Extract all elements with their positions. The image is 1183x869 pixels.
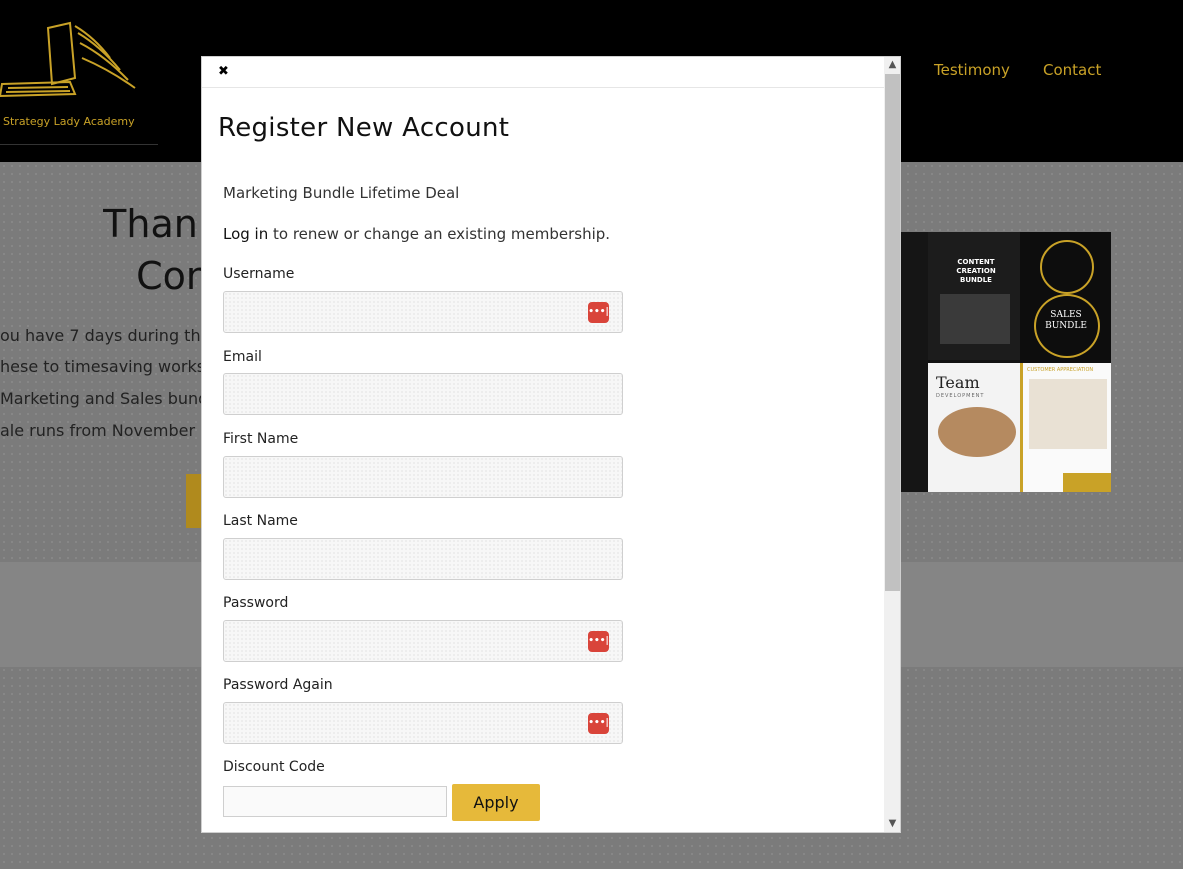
collage-tile: Team DEVELOPMENT	[928, 363, 1020, 492]
hero-text-line: ou have 7 days during the	[0, 326, 211, 345]
password-again-label: Password Again	[223, 677, 333, 693]
collage-tile	[900, 232, 928, 492]
nav-contact[interactable]: Contact	[1043, 61, 1101, 79]
collage-caption: Team	[936, 373, 980, 392]
divider	[0, 144, 158, 145]
logo[interactable]: Strategy Lady Academy	[0, 18, 160, 143]
hero-text-line: hese to timesaving worksh	[0, 357, 216, 376]
collage-tile: CUSTOMER APPRECIATION	[1020, 363, 1111, 492]
brand-name: Strategy Lady Academy	[3, 115, 135, 128]
discount-code-input[interactable]	[223, 786, 447, 817]
collage-photo	[938, 407, 1016, 457]
bundle-collage-image: CONTENT CREATION BUNDLE SALES BUNDLE Tea…	[900, 232, 1111, 492]
book-logo-icon	[0, 21, 136, 98]
scroll-up-arrow-icon[interactable]: ▲	[884, 57, 900, 73]
collage-caption: CONTENT CREATION BUNDLE	[956, 258, 996, 284]
password-manager-icon[interactable]: •••|	[588, 302, 609, 323]
login-link[interactable]: Log in	[223, 225, 268, 243]
password-label: Password	[223, 595, 289, 611]
password-manager-icon[interactable]: •••|	[588, 713, 609, 734]
register-modal: ✖ Register New Account Marketing Bundle …	[201, 56, 901, 833]
password-input[interactable]	[223, 620, 623, 662]
first-name-label: First Name	[223, 431, 299, 447]
circle-decor	[1040, 240, 1094, 294]
close-icon[interactable]: ✖	[218, 64, 229, 80]
modal-scrollbar[interactable]: ▲ ▼	[884, 57, 900, 832]
login-notice-text: to renew or change an existing membershi…	[268, 225, 611, 243]
discount-code-label: Discount Code	[223, 759, 325, 775]
username-input[interactable]	[223, 291, 623, 333]
modal-topbar: ✖	[202, 57, 884, 88]
first-name-input[interactable]	[223, 456, 623, 498]
collage-tile: SALES BUNDLE	[1020, 232, 1111, 360]
email-input[interactable]	[223, 373, 623, 415]
collage-accent	[1063, 473, 1111, 492]
hero-text-line: Marketing and Sales bundl	[0, 389, 213, 408]
password-manager-icon[interactable]: •••|	[588, 631, 609, 652]
collage-caption: CUSTOMER APPRECIATION	[1027, 367, 1094, 373]
email-label: Email	[223, 349, 262, 365]
collage-photo	[940, 294, 1010, 344]
hero-text-line: ale runs from November	[0, 421, 196, 440]
last-name-label: Last Name	[223, 513, 298, 529]
modal-title: Register New Account	[218, 113, 510, 143]
collage-tile: CONTENT CREATION BUNDLE	[928, 232, 1020, 360]
username-label: Username	[223, 266, 295, 282]
collage-caption: DEVELOPMENT	[936, 393, 985, 399]
password-again-input[interactable]	[223, 702, 623, 744]
collage-caption: SALES BUNDLE	[1045, 310, 1087, 331]
login-notice: Log in to renew or change an existing me…	[223, 225, 610, 243]
scroll-down-arrow-icon[interactable]: ▼	[884, 816, 900, 832]
apply-discount-button[interactable]: Apply	[452, 784, 540, 821]
scroll-thumb[interactable]	[885, 74, 900, 591]
last-name-input[interactable]	[223, 538, 623, 580]
nav-testimony[interactable]: Testimony	[934, 61, 1010, 79]
membership-level: Marketing Bundle Lifetime Deal	[223, 184, 460, 202]
collage-photo	[1029, 379, 1107, 449]
